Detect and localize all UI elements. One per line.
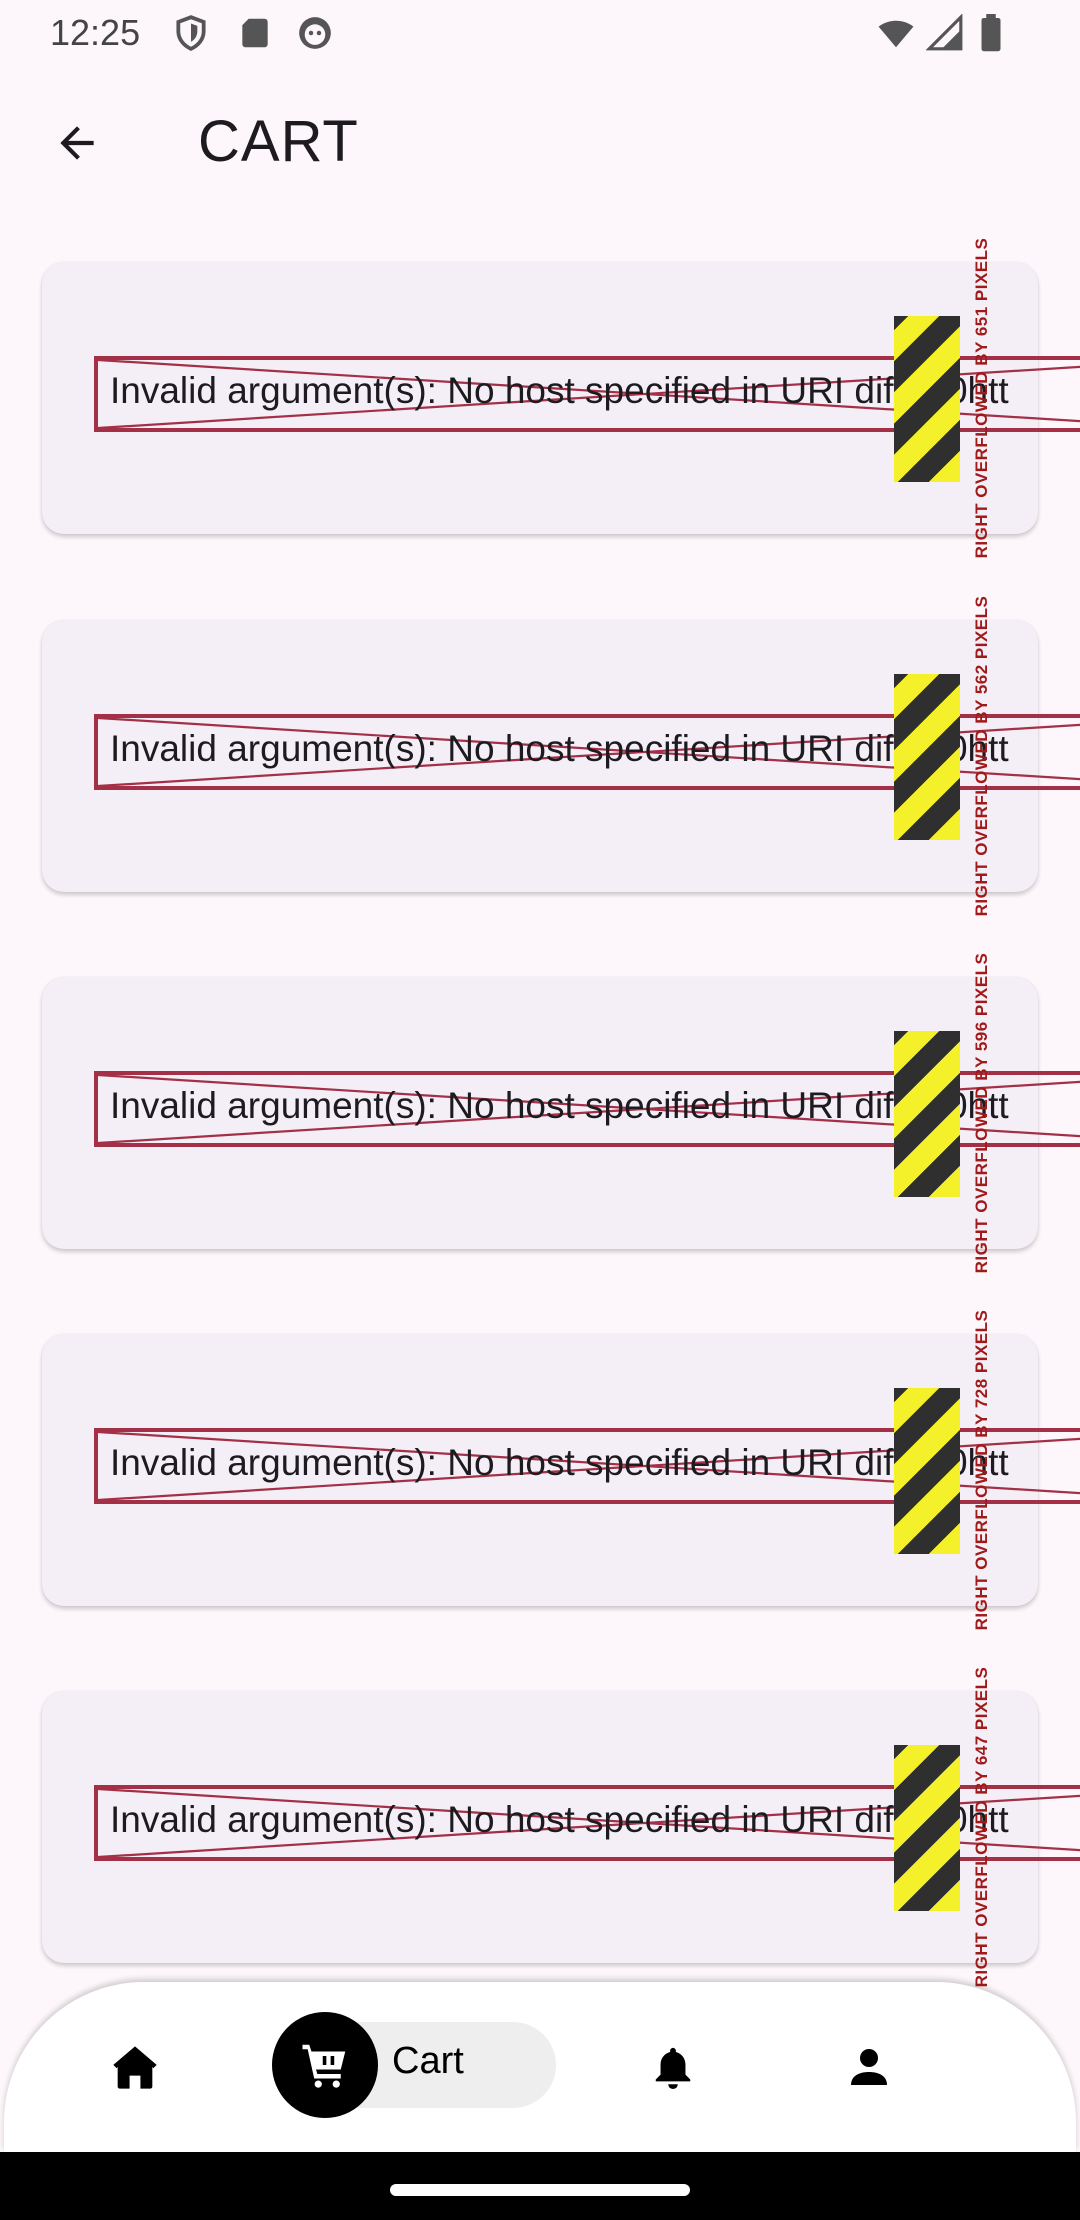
nav-cart-button[interactable] (272, 2012, 378, 2118)
nav-notifications-button[interactable] (638, 2032, 708, 2102)
home-icon (113, 2046, 157, 2089)
overflow-warning-label: RIGHT OVERFLOWED BY 596 PIXELS (972, 952, 991, 1274)
cart-icon (302, 2044, 346, 2088)
cart-list: Invalid argument(s): No host specified i… (0, 0, 1080, 2220)
overflow-hazard-stripe (894, 1388, 960, 1554)
error-message: Invalid argument(s): No host specified i… (110, 1799, 1009, 1840)
overflow-hazard-stripe (894, 316, 960, 482)
overflow-hazard-stripe (894, 1031, 960, 1197)
nav-profile-button[interactable] (834, 2032, 904, 2102)
overflow-warning-label: RIGHT OVERFLOWED BY 728 PIXELS (972, 1309, 991, 1631)
home-gesture-handle[interactable] (390, 2184, 690, 2196)
overflow-hazard-stripe (894, 1745, 960, 1911)
cart-item-card[interactable]: Invalid argument(s): No host specified i… (42, 596, 1080, 916)
cart-item-card[interactable]: Invalid argument(s): No host specified i… (42, 238, 1080, 558)
error-message: Invalid argument(s): No host specified i… (110, 1085, 1009, 1126)
overflow-warning-label: RIGHT OVERFLOWED BY 647 PIXELS (972, 1666, 991, 1988)
system-gesture-bar (0, 2152, 1080, 2220)
error-message: Invalid argument(s): No host specified i… (110, 728, 1009, 769)
nav-cart-label[interactable]: Cart (392, 2040, 464, 2083)
nav-home-button[interactable] (100, 2032, 170, 2102)
overflow-warning-label: RIGHT OVERFLOWED BY 562 PIXELS (972, 595, 991, 917)
overflow-warning-label: RIGHT OVERFLOWED BY 651 PIXELS (972, 237, 991, 559)
cart-item-card[interactable]: Invalid argument(s): No host specified i… (42, 1667, 1080, 1987)
bell-icon (655, 2047, 691, 2090)
bottom-navigation-bar: Cart (4, 1982, 1076, 2152)
overflow-hazard-stripe (894, 674, 960, 840)
cart-screen: 12:25 CART Invalid argument(s): No host … (0, 0, 1080, 2220)
cart-item-card[interactable]: Invalid argument(s): No host specified i… (42, 953, 1080, 1273)
cart-item-card[interactable]: Invalid argument(s): No host specified i… (42, 1310, 1080, 1630)
error-message: Invalid argument(s): No host specified i… (110, 370, 1009, 411)
person-icon (851, 2049, 887, 2085)
error-message: Invalid argument(s): No host specified i… (110, 1442, 1009, 1483)
